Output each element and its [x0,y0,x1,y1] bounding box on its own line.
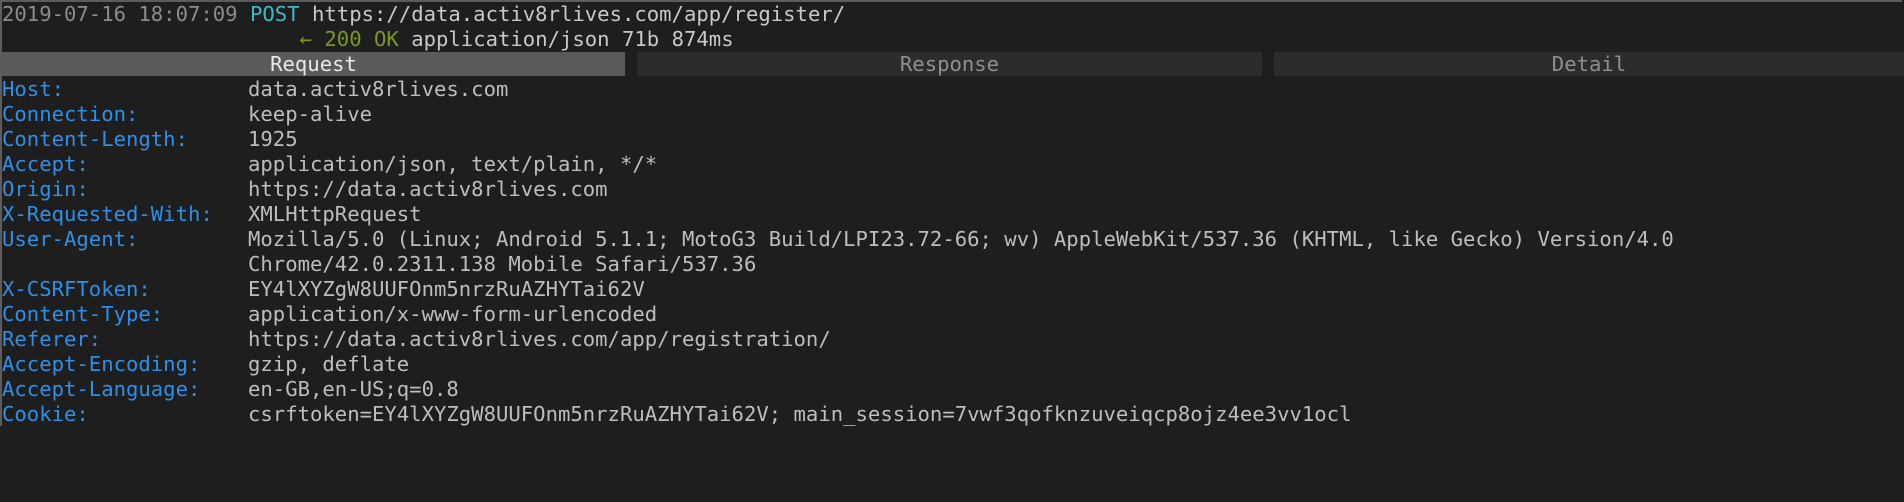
header-name: Content-Length: [2,127,188,151]
header-value: https://data.activ8rlives.com/app/regist… [248,327,831,351]
header-value-line: Mozilla/5.0 (Linux; Android 5.1.1; MotoG… [248,227,1674,251]
header-value: 1925 [248,127,298,151]
header-name: Connection: [2,102,139,126]
header-value: Mozilla/5.0 (Linux; Android 5.1.1; MotoG… [248,227,1808,277]
header-row-cookie[interactable]: Cookie: csrftoken=EY4lXYZgW8UUFOnm5nrzRu… [0,402,1904,427]
flow-timestamp: 2019-07-16 18:07:09 [2,2,238,26]
header-value: application/x-www-form-urlencoded [248,302,658,326]
header-row-x-csrftoken[interactable]: X-CSRFToken: EY4lXYZgW8UUFOnm5nrzRuAZHYT… [0,277,1904,302]
header-value: keep-alive [248,102,372,126]
header-row-accept-encoding[interactable]: Accept-Encoding: gzip, deflate [0,352,1904,377]
header-value: EY4lXYZgW8UUFOnm5nrzRuAZHYTai62V [248,277,645,301]
flow-method: POST [249,2,300,26]
header-name: Accept-Encoding: [2,352,201,376]
response-arrow-icon: ← [299,27,312,51]
header-value: gzip, deflate [248,352,410,376]
header-value: csrftoken=EY4lXYZgW8UUFOnm5nrzRuAZHYTai6… [248,402,1352,426]
header-row-user-agent[interactable]: User-Agent: Mozilla/5.0 (Linux; Android … [0,227,1904,277]
response-duration: 874ms [671,27,734,51]
response-content-type: application/json [411,27,610,51]
flow-url: https://data.activ8rlives.com/app/regist… [312,2,846,26]
header-name: Content-Type: [2,302,164,326]
response-status: 200 OK [324,27,399,51]
header-row-x-requested-with[interactable]: X-Requested-With: XMLHttpRequest [0,202,1904,227]
header-value: application/json, text/plain, */* [248,152,658,176]
tab-request[interactable]: Request [2,52,625,76]
header-row-referer[interactable]: Referer: https://data.activ8rlives.com/a… [0,327,1904,352]
header-name: Origin: [2,177,89,201]
header-value: en-GB,en-US;q=0.8 [248,377,459,401]
header-row-accept-language[interactable]: Accept-Language: en-GB,en-US;q=0.8 [0,377,1904,402]
header-name: Accept: [2,152,89,176]
header-value: https://data.activ8rlives.com [248,177,608,201]
header-row-content-length[interactable]: Content-Length: 1925 [0,127,1904,152]
header-row-origin[interactable]: Origin: https://data.activ8rlives.com [0,177,1904,202]
tab-detail[interactable]: Detail [1274,52,1904,76]
header-row-content-type[interactable]: Content-Type: application/x-www-form-url… [0,302,1904,327]
header-row-host[interactable]: Host: data.activ8rlives.com [0,77,1904,102]
header-name: Referer: [2,327,102,351]
header-name: X-CSRFToken: [2,277,151,301]
response-size: 71b [622,27,660,51]
flow-response-line: ← 200 OK application/json 71b 874ms [2,27,734,52]
header-value: XMLHttpRequest [248,202,422,226]
tab-response[interactable]: Response [637,52,1262,76]
header-value: data.activ8rlives.com [248,77,509,101]
header-name: User-Agent: [2,227,139,251]
request-headers-list: Host: data.activ8rlives.com Connection: … [0,77,1904,427]
header-row-accept[interactable]: Accept: application/json, text/plain, */… [0,152,1904,177]
tab-bar: Request Response Detail [0,52,1904,77]
flow-summary-line[interactable]: 2019-07-16 18:07:09 POST https://data.ac… [2,2,845,27]
header-name: Host: [2,77,64,101]
header-name: X-Requested-With: [2,202,213,226]
header-name: Accept-Language: [2,377,201,401]
header-value-continuation: Chrome/42.0.2311.138 Mobile Safari/537.3… [248,252,757,276]
header-name: Cookie: [2,402,89,426]
header-row-connection[interactable]: Connection: keep-alive [0,102,1904,127]
